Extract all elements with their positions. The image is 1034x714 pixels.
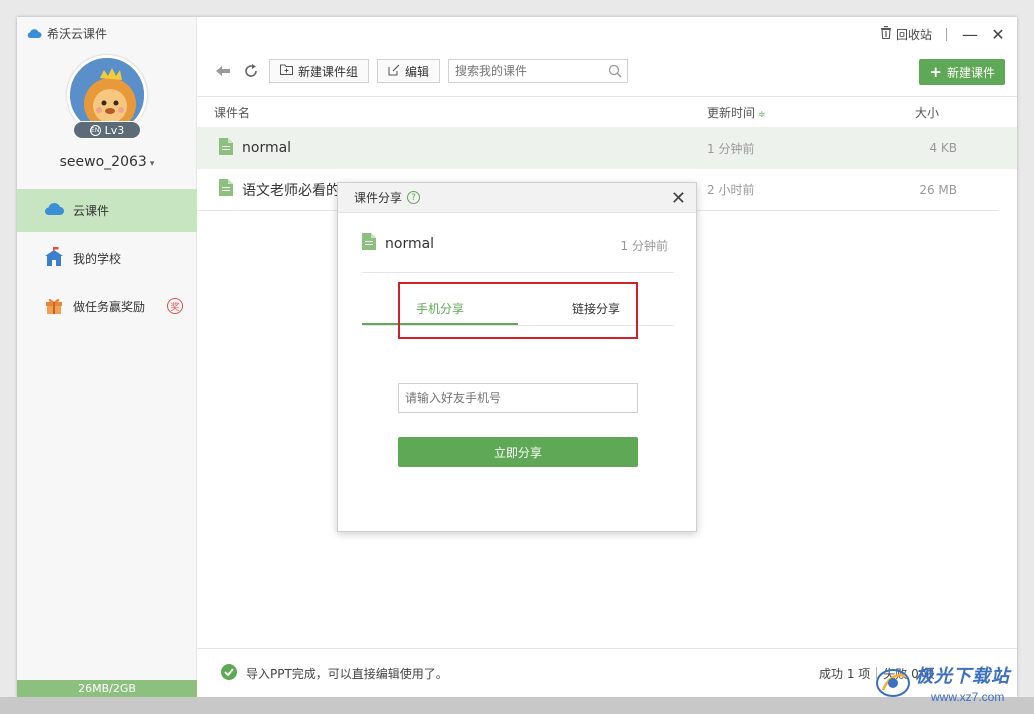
dialog-file-name: normal	[385, 235, 435, 252]
file-time: 2 小时前	[707, 183, 755, 197]
gift-icon	[43, 295, 65, 318]
sort-icon: ≑	[758, 110, 766, 120]
sidebar-item-label: 做任务赢奖励	[73, 300, 146, 314]
search-input[interactable]	[449, 60, 628, 82]
edit-button[interactable]: 编辑	[377, 59, 441, 83]
table-header: 课件名 更新时间 ≑ 大小	[197, 96, 1017, 128]
search-box	[448, 59, 629, 83]
reward-badge: 奖	[167, 298, 183, 314]
new-group-label: 新建课件组	[298, 64, 359, 79]
cloud-logo-icon	[26, 28, 42, 39]
minimize-button[interactable]: —	[961, 25, 979, 44]
toolbar: 新建课件组 编辑	[213, 59, 629, 83]
recycle-bin-label: 回收站	[895, 27, 932, 42]
recycle-bin-button[interactable]: 回收站	[880, 26, 932, 43]
edit-icon	[388, 64, 400, 79]
plus-icon: +	[929, 63, 942, 81]
dialog-file-info: normal 1 分钟前	[362, 233, 674, 273]
file-name-cell: normal	[219, 137, 292, 159]
success-count: 成功 1 项	[819, 666, 871, 681]
share-dialog: 课件分享 ? ✕ normal 1 分钟前 手机分享 链接分享 立即分享	[337, 182, 697, 532]
file-size: 26 MB	[919, 182, 957, 197]
watermark-text: 极光下载站	[915, 666, 1010, 687]
refresh-icon[interactable]	[241, 61, 261, 81]
file-time: 1 分钟前	[707, 141, 755, 156]
dialog-close-button[interactable]: ✕	[671, 188, 686, 209]
chevron-down-icon: ▾	[149, 159, 155, 169]
sidebar-nav: 云课件 我的学校 做任务赢奖励 奖	[17, 189, 197, 333]
tab-link-share[interactable]: 链接分享	[518, 296, 674, 325]
level-ring-icon: EN	[89, 124, 101, 136]
status-message: 导入PPT完成，可以直接编辑使用了。	[221, 663, 448, 683]
help-icon[interactable]: ?	[407, 191, 421, 204]
sidebar-item-cloud-courseware[interactable]: 云课件	[17, 189, 197, 232]
watermark-logo-icon	[876, 669, 910, 697]
school-icon	[43, 247, 65, 270]
file-name: normal	[242, 140, 292, 156]
folder-plus-icon	[280, 64, 293, 78]
document-icon	[219, 137, 233, 159]
tab-phone-share[interactable]: 手机分享	[362, 296, 518, 325]
table-row[interactable]: normal 1 分钟前 4 KB	[197, 127, 1017, 169]
search-icon[interactable]	[608, 64, 622, 81]
watermark-url: www.xz7.com	[931, 690, 1005, 704]
dialog-file-name-cell: normal	[362, 233, 434, 254]
dialog-header: 课件分享 ?	[338, 183, 696, 213]
avatar[interactable]: EN Lv3	[67, 55, 149, 139]
share-tabs: 手机分享 链接分享	[362, 296, 674, 326]
trash-icon	[880, 26, 892, 42]
file-size: 4 KB	[929, 141, 957, 155]
app-title: 希沃云课件	[47, 27, 108, 41]
username-dropdown[interactable]: seewo_2063 ▾	[17, 154, 197, 170]
sidebar: 希沃云课件 EN Lv3 seewo_2063 ▾ 云课件 我的学校 做任务赢奖…	[17, 17, 197, 697]
level-label: Lv3	[104, 123, 125, 137]
phone-input[interactable]	[399, 384, 637, 412]
column-header-size[interactable]: 大小	[915, 104, 939, 121]
sidebar-item-tasks-rewards[interactable]: 做任务赢奖励 奖	[17, 285, 197, 328]
phone-field	[398, 383, 638, 413]
back-arrow-icon[interactable]	[213, 61, 233, 81]
dialog-file-time: 1 分钟前	[620, 239, 668, 253]
sidebar-item-my-school[interactable]: 我的学校	[17, 237, 197, 280]
sidebar-item-label: 我的学校	[73, 252, 122, 266]
new-group-button[interactable]: 新建课件组	[269, 59, 370, 83]
status-text: 导入PPT完成，可以直接编辑使用了。	[246, 666, 448, 681]
column-header-name[interactable]: 课件名	[214, 104, 250, 121]
file-name: 语文老师必看的	[242, 182, 340, 199]
column-header-time[interactable]: 更新时间 ≑	[707, 104, 766, 121]
username-label: seewo_2063	[59, 154, 147, 170]
file-name-cell: 语文老师必看的	[219, 179, 340, 200]
level-badge: EN Lv3	[73, 121, 141, 139]
titlebar-controls: 回收站 — ✕	[880, 25, 1007, 44]
app-brand: 希沃云课件	[26, 25, 107, 42]
check-circle-icon	[221, 663, 237, 683]
cloud-icon	[43, 202, 65, 219]
column-header-time-label: 更新时间	[707, 106, 756, 120]
document-icon	[219, 179, 233, 200]
close-button[interactable]: ✕	[989, 25, 1007, 44]
share-now-button[interactable]: 立即分享	[398, 437, 638, 467]
new-courseware-button[interactable]: + 新建课件	[919, 59, 1005, 85]
new-courseware-label: 新建课件	[946, 65, 995, 80]
divider	[946, 27, 947, 41]
storage-usage: 26MB/2GB	[17, 680, 197, 697]
sidebar-item-label: 云课件	[73, 204, 110, 218]
edit-label: 编辑	[405, 64, 430, 79]
document-icon	[362, 233, 376, 254]
dialog-title: 课件分享	[354, 191, 403, 205]
watermark: 极光下载站 www.xz7.com	[875, 662, 1025, 708]
